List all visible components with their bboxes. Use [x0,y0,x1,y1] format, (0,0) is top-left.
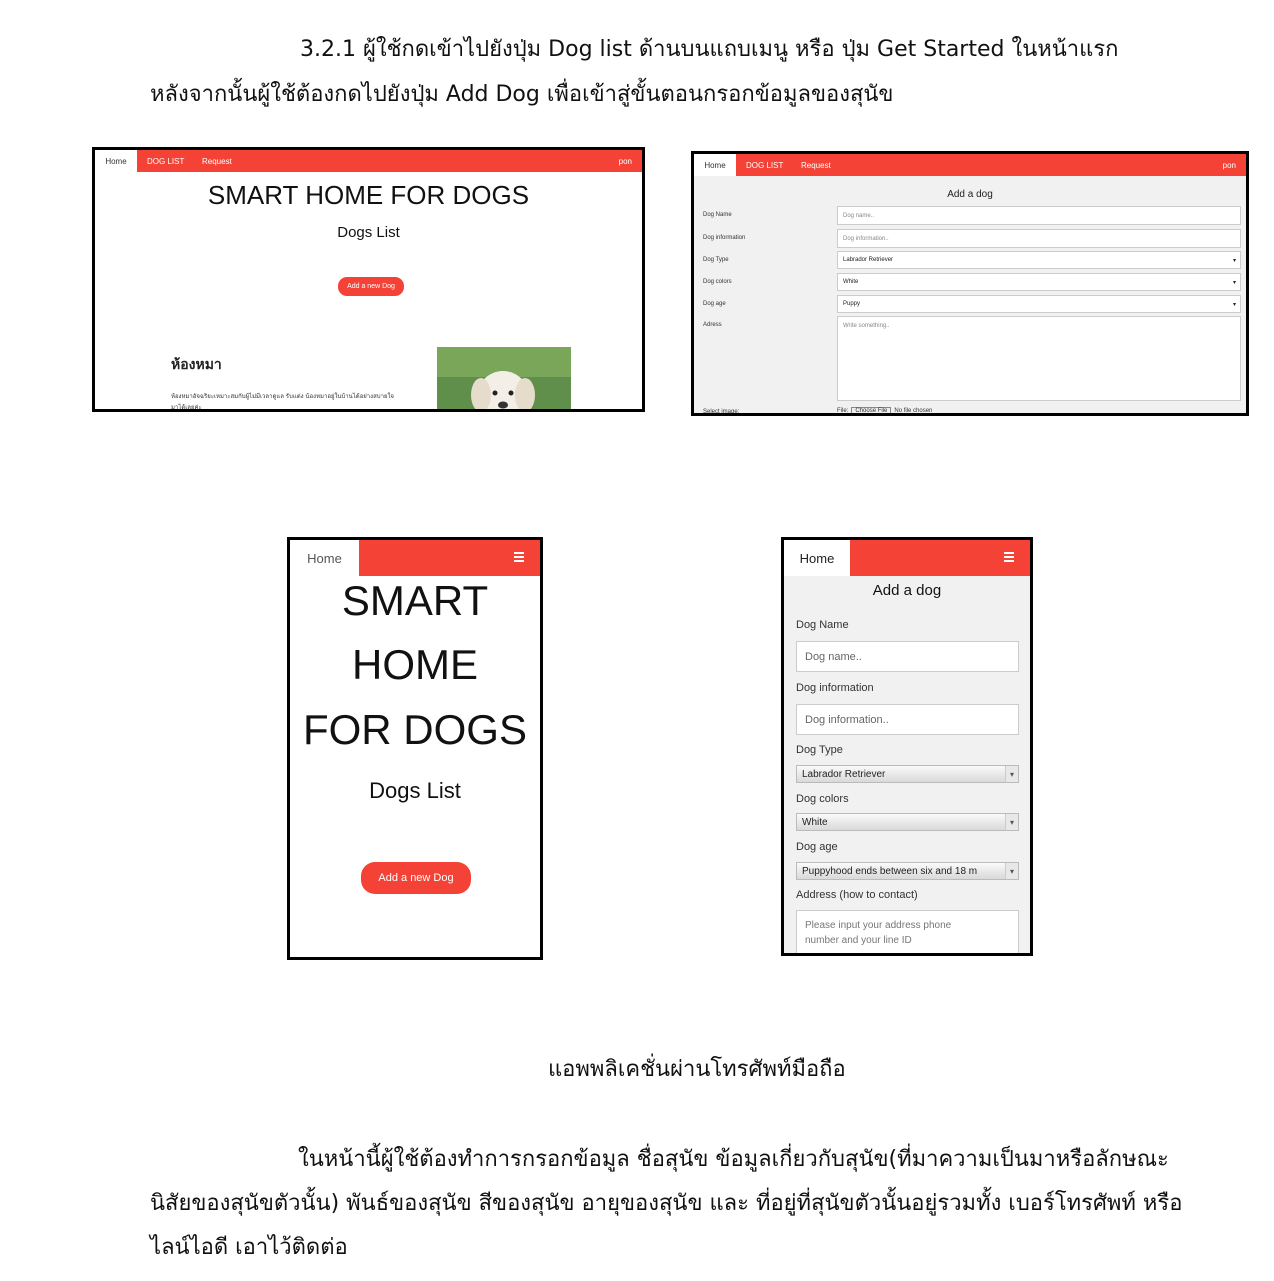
dog-info-input[interactable]: Dog information.. [796,704,1019,735]
dog-info-input[interactable]: Dog information.. [837,229,1241,248]
intro-line-2: หลังจากนั้นผู้ใช้ต้องกดไปยังปุ่ม Add Dog… [150,82,894,107]
hamburger-icon[interactable] [514,552,524,562]
navbar: Home [290,540,540,576]
puppy-image [437,347,571,409]
chevron-down-icon: ▾ [1232,301,1236,308]
address-textarea[interactable]: Write something.. [837,316,1241,401]
form-title: Add a dog [872,582,942,599]
address-placeholder-1: Please input your address phone [805,920,952,931]
nav-home[interactable]: Home [290,540,359,576]
dog-type-label: Dog Type [703,257,729,263]
nav-request[interactable]: Request [202,150,232,172]
navbar: Home DOG LIST Request pon [694,154,1246,176]
dog-age-value: Puppy [843,301,861,307]
add-new-dog-button[interactable]: Add a new Dog [361,862,471,894]
nav-home[interactable]: Home [95,150,137,172]
page-subtitle: Dogs List [369,778,461,803]
dog-name-input[interactable]: Dog name.. [837,206,1241,225]
dog-colors-value: White [802,816,828,828]
mobile-add-dog-screenshot: Home Add a dog Dog Name Dog name.. Dog i… [781,537,1033,956]
add-new-dog-button[interactable]: Add a new Dog [338,277,404,296]
room-text-2: มาได้เลยค่ะ [171,404,202,411]
dog-age-label: Dog age [796,841,838,853]
nav-user[interactable]: pon [1223,154,1236,176]
chevron-down-icon: ▾ [1005,814,1018,830]
dog-name-input[interactable]: Dog name.. [796,641,1019,672]
dog-name-label: Dog Name [703,212,732,218]
title-line-3: FOR DOGS [302,706,527,753]
title-line-2: HOME [352,641,478,688]
nav-dog-list[interactable]: DOG LIST [746,154,783,176]
dog-name-label: Dog Name [796,619,849,631]
nav-home[interactable]: Home [694,154,736,176]
chevron-down-icon: ▾ [1005,766,1018,782]
dog-info-label: Dog information [796,682,874,694]
dog-age-select[interactable]: Puppyhood ends between six and 18 m ▾ [796,862,1019,880]
nav-home[interactable]: Home [784,540,850,576]
address-label: Adress [703,322,722,328]
mobile-caption: แอพพลิเคชั่นผ่านโทรศัพท์มือถือ [548,1057,846,1082]
body-line-1: ในหน้านี้ผู้ใช้ต้องทำการกรอกข้อมูล ชื่อส… [298,1147,1169,1172]
chevron-down-icon: ▾ [1232,257,1236,264]
body-line-2: นิสัยของสุนัขตัวนั้น) พันธ์ของสุนัข สีขอ… [150,1191,1183,1216]
body-line-3: ไลน์ไอดี เอาไว้ติดต่อ [150,1235,348,1260]
form-title: Add a dog [947,189,993,200]
navbar: Home DOG LIST Request pon [95,150,642,172]
file-status: No file chosen [894,408,933,414]
hamburger-icon[interactable] [1004,552,1014,562]
room-text-1: ห้องหมาอัจฉริยะเหมาะสมกับผู้ไม่มีเวลาดูแ… [171,393,394,400]
nav-user[interactable]: pon [619,150,632,172]
dog-colors-select[interactable]: White ▾ [796,813,1019,831]
dog-type-select[interactable]: Labrador Retriever ▾ [796,765,1019,783]
room-title: ห้องหมา [171,357,222,373]
dog-age-value: Puppyhood ends between six and 18 m [802,865,978,877]
chevron-down-icon: ▾ [1005,863,1018,879]
page-title: SMART HOME FOR DOGS [207,180,530,210]
dog-type-value: Labrador Retriever [802,768,886,780]
file-label: File: [837,408,849,414]
title-line-1: SMART [341,577,489,624]
chevron-down-icon: ▾ [1232,279,1236,286]
intro-line-1: 3.2.1 ผู้ใช้กดเข้าไปยังปุ่ม Dog list ด้า… [300,37,1119,62]
desktop-add-dog-screenshot: Home DOG LIST Request pon Add a dog Dog … [691,151,1249,416]
navbar: Home [784,540,1030,576]
dog-info-label: Dog information [703,235,746,241]
page-subtitle: Dogs List [337,224,400,241]
address-label: Address (how to contact) [796,889,918,901]
dog-colors-value: White [843,279,859,285]
dog-age-label: Dog age [703,301,726,307]
desktop-home-screenshot: Home DOG LIST Request pon SMART HOME FOR… [92,147,645,412]
mobile-home-screenshot: Home SMART HOME FOR DOGS Dogs List Add a… [287,537,543,960]
address-textarea[interactable]: Please input your address phone number a… [796,910,1019,953]
nav-dog-list[interactable]: DOG LIST [147,150,184,172]
dog-colors-select[interactable]: White ▾ [837,273,1241,291]
select-image-label: Select image: [703,409,740,415]
dog-type-select[interactable]: Labrador Retriever ▾ [837,251,1241,269]
dog-type-label: Dog Type [796,744,843,756]
address-placeholder-2: number and your line ID [805,935,912,946]
dog-type-value: Labrador Retriever [843,257,894,263]
dog-age-select[interactable]: Puppy ▾ [837,295,1241,313]
choose-file-button[interactable]: Choose File [851,407,892,413]
dog-colors-label: Dog colors [703,279,732,285]
nav-request[interactable]: Request [801,154,831,176]
file-input[interactable]: File: Choose File No file chosen [837,407,933,414]
dog-colors-label: Dog colors [796,793,849,805]
